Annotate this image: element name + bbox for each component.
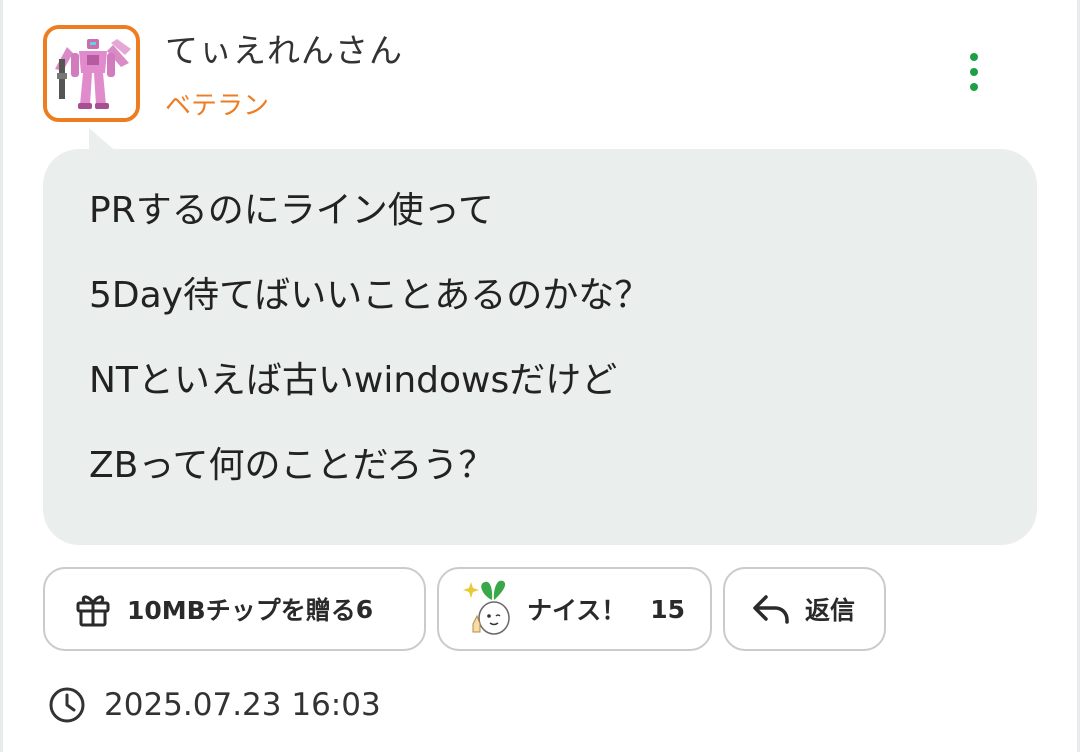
rank-badge: ベテラン [165, 91, 270, 121]
robot-mecha-avatar-icon [47, 29, 136, 118]
gift-label: 10MBチップを贈る [127, 596, 356, 625]
gift-icon [73, 589, 113, 629]
reply-button[interactable]: 返信 [723, 567, 886, 651]
clock-icon [48, 686, 86, 724]
nice-count: 15 [650, 594, 686, 624]
more-options-button[interactable] [950, 48, 998, 96]
message-line: 5Day待てばいいことあるのかな？ [89, 275, 651, 316]
message-line: ZBって何のことだろう？ [89, 445, 495, 486]
gift-chip-button[interactable]: 10MBチップを贈る 6 [43, 567, 426, 651]
nice-button[interactable]: ナイス！ 15 [437, 567, 712, 651]
card-edge-left [0, 0, 3, 752]
nice-label: ナイス！ [527, 596, 627, 625]
message-line: NTといえば古いwindowsだけど [89, 360, 618, 401]
more-dot [970, 83, 978, 91]
reply-label: 返信 [805, 596, 856, 625]
avatar[interactable] [43, 25, 140, 122]
reply-arrow-icon [751, 589, 791, 629]
more-dot [970, 68, 978, 76]
sprout-mascot-icon [463, 578, 521, 640]
post-card: てぃえれんさん ベテラン PRするのにライン使って 5Day待てばいいことあるの… [0, 0, 1080, 752]
gift-count: 6 [355, 594, 374, 624]
post-timestamp: 2025.07.23 16:03 [48, 686, 381, 724]
more-vertical-icon [970, 53, 978, 61]
message-bubble: PRするのにライン使って 5Day待てばいいことあるのかな？ NTといえば古いw… [43, 149, 1037, 545]
message-line: PRするのにライン使って [89, 190, 494, 231]
timestamp-value: 2025.07.23 16:03 [104, 687, 381, 723]
username[interactable]: てぃえれんさん [165, 24, 403, 72]
